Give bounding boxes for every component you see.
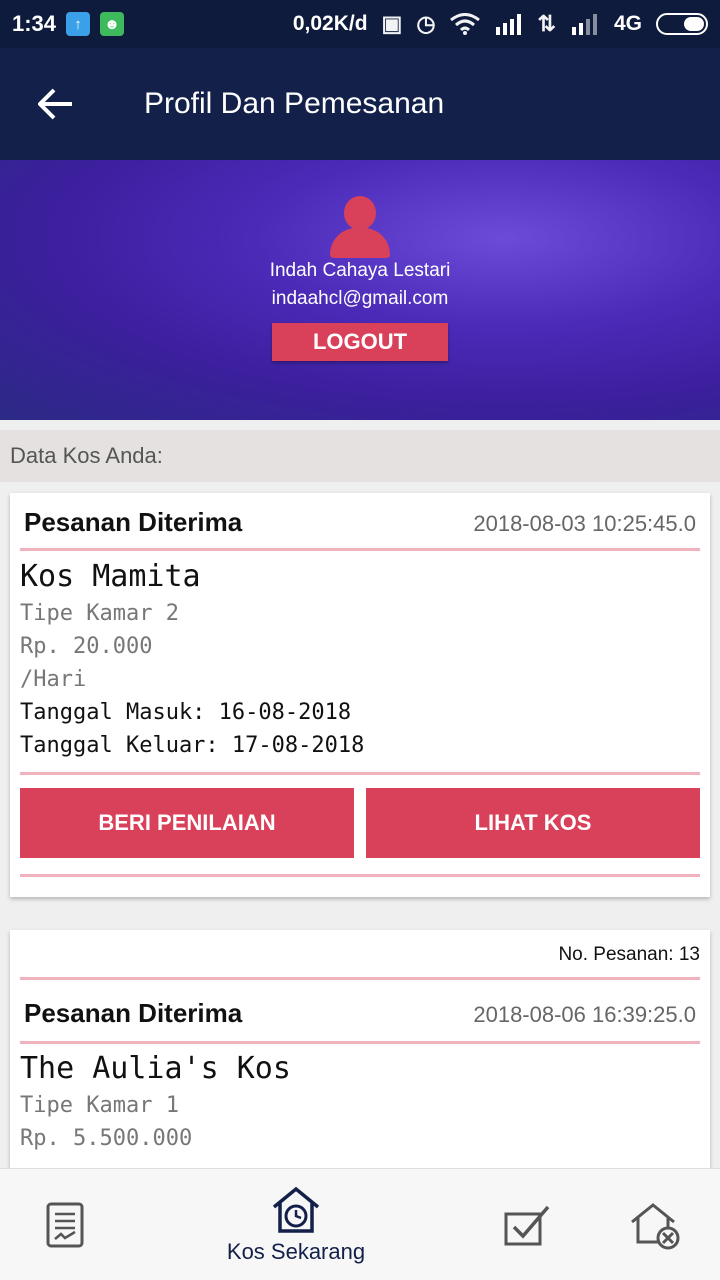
divider — [20, 772, 700, 775]
house-clock-icon — [272, 1186, 320, 1233]
divider — [20, 977, 700, 980]
document-icon — [46, 1202, 84, 1248]
nav-item-label: Kos Sekarang — [226, 1239, 366, 1264]
page-title: Profil Dan Pemesanan — [144, 87, 445, 120]
back-button[interactable] — [0, 48, 112, 160]
nav-item-checklist[interactable] — [482, 1169, 572, 1280]
status-time: 1:34 — [12, 11, 57, 36]
order-status: Pesanan Diterima — [24, 507, 243, 537]
price: Rp. 5.500.000 — [20, 1126, 193, 1151]
check-in-date: Tanggal Masuk: 16-08-2018 — [20, 700, 352, 725]
order-number: No. Pesanan: 13 — [558, 944, 700, 965]
person-icon — [330, 196, 390, 258]
upload-notification-icon: ↑ — [66, 12, 91, 36]
logout-button[interactable]: LOGOUT — [272, 323, 448, 361]
arrow-back-icon — [38, 88, 72, 120]
network-type: 4G — [613, 12, 642, 35]
order-datetime: 2018-08-06 16:39:25.0 — [473, 1002, 696, 1027]
nav-item-cancelled[interactable] — [610, 1169, 700, 1280]
check-out-date: Tanggal Keluar: 17-08-2018 — [20, 733, 365, 758]
bottom-navigation: Kos Sekarang — [0, 1168, 720, 1280]
price: Rp. 20.000 — [20, 634, 153, 659]
order-datetime: 2018-08-03 10:25:45.0 — [473, 511, 696, 536]
user-email: indaahcl@gmail.com — [271, 288, 449, 309]
price-period: /Hari — [20, 667, 87, 692]
order-card: Pesanan Diterima 2018-08-03 10:25:45.0 K… — [10, 493, 710, 897]
wifi-icon — [449, 13, 480, 35]
rate-button[interactable]: BERI PENILAIAN — [20, 788, 354, 858]
section-label: Data Kos Anda: — [0, 430, 720, 482]
battery-icon — [656, 13, 708, 35]
nav-item-kos-sekarang[interactable]: Kos Sekarang — [206, 1169, 386, 1280]
alarm-icon: ◷ — [416, 11, 436, 36]
app-bar: Profil Dan Pemesanan — [0, 48, 720, 160]
kos-name: Kos Mamita — [20, 559, 201, 594]
profile-header: Indah Cahaya Lestari indaahcl@gmail.com … — [0, 160, 720, 420]
room-type: Tipe Kamar 2 — [20, 601, 179, 626]
data-arrows-icon: ⇅ — [537, 11, 556, 36]
vibrate-off-icon: ▣ — [381, 11, 403, 36]
signal-icon — [570, 13, 600, 35]
order-status: Pesanan Diterima — [24, 998, 243, 1028]
order-card: No. Pesanan: 13 Pesanan Diterima 2018-08… — [10, 930, 710, 1170]
user-name: Indah Cahaya Lestari — [269, 260, 451, 281]
divider — [20, 548, 700, 551]
divider — [20, 1041, 700, 1044]
android-notification-icon: ☻ — [100, 12, 125, 36]
status-bar: 1:34 ↑ ☻ 0,02K/d ▣ ◷ ⇅ 4G — [0, 0, 720, 48]
checkbox-icon — [504, 1205, 550, 1246]
house-cancel-icon — [631, 1203, 680, 1250]
network-speed: 0,02K/d — [292, 12, 368, 35]
kos-name: The Aulia's Kos — [20, 1051, 291, 1086]
divider — [20, 874, 700, 877]
room-type: Tipe Kamar 1 — [20, 1093, 179, 1118]
nav-item-history[interactable] — [20, 1169, 110, 1280]
view-kos-button[interactable]: LIHAT KOS — [366, 788, 700, 858]
signal-icon — [494, 13, 524, 35]
